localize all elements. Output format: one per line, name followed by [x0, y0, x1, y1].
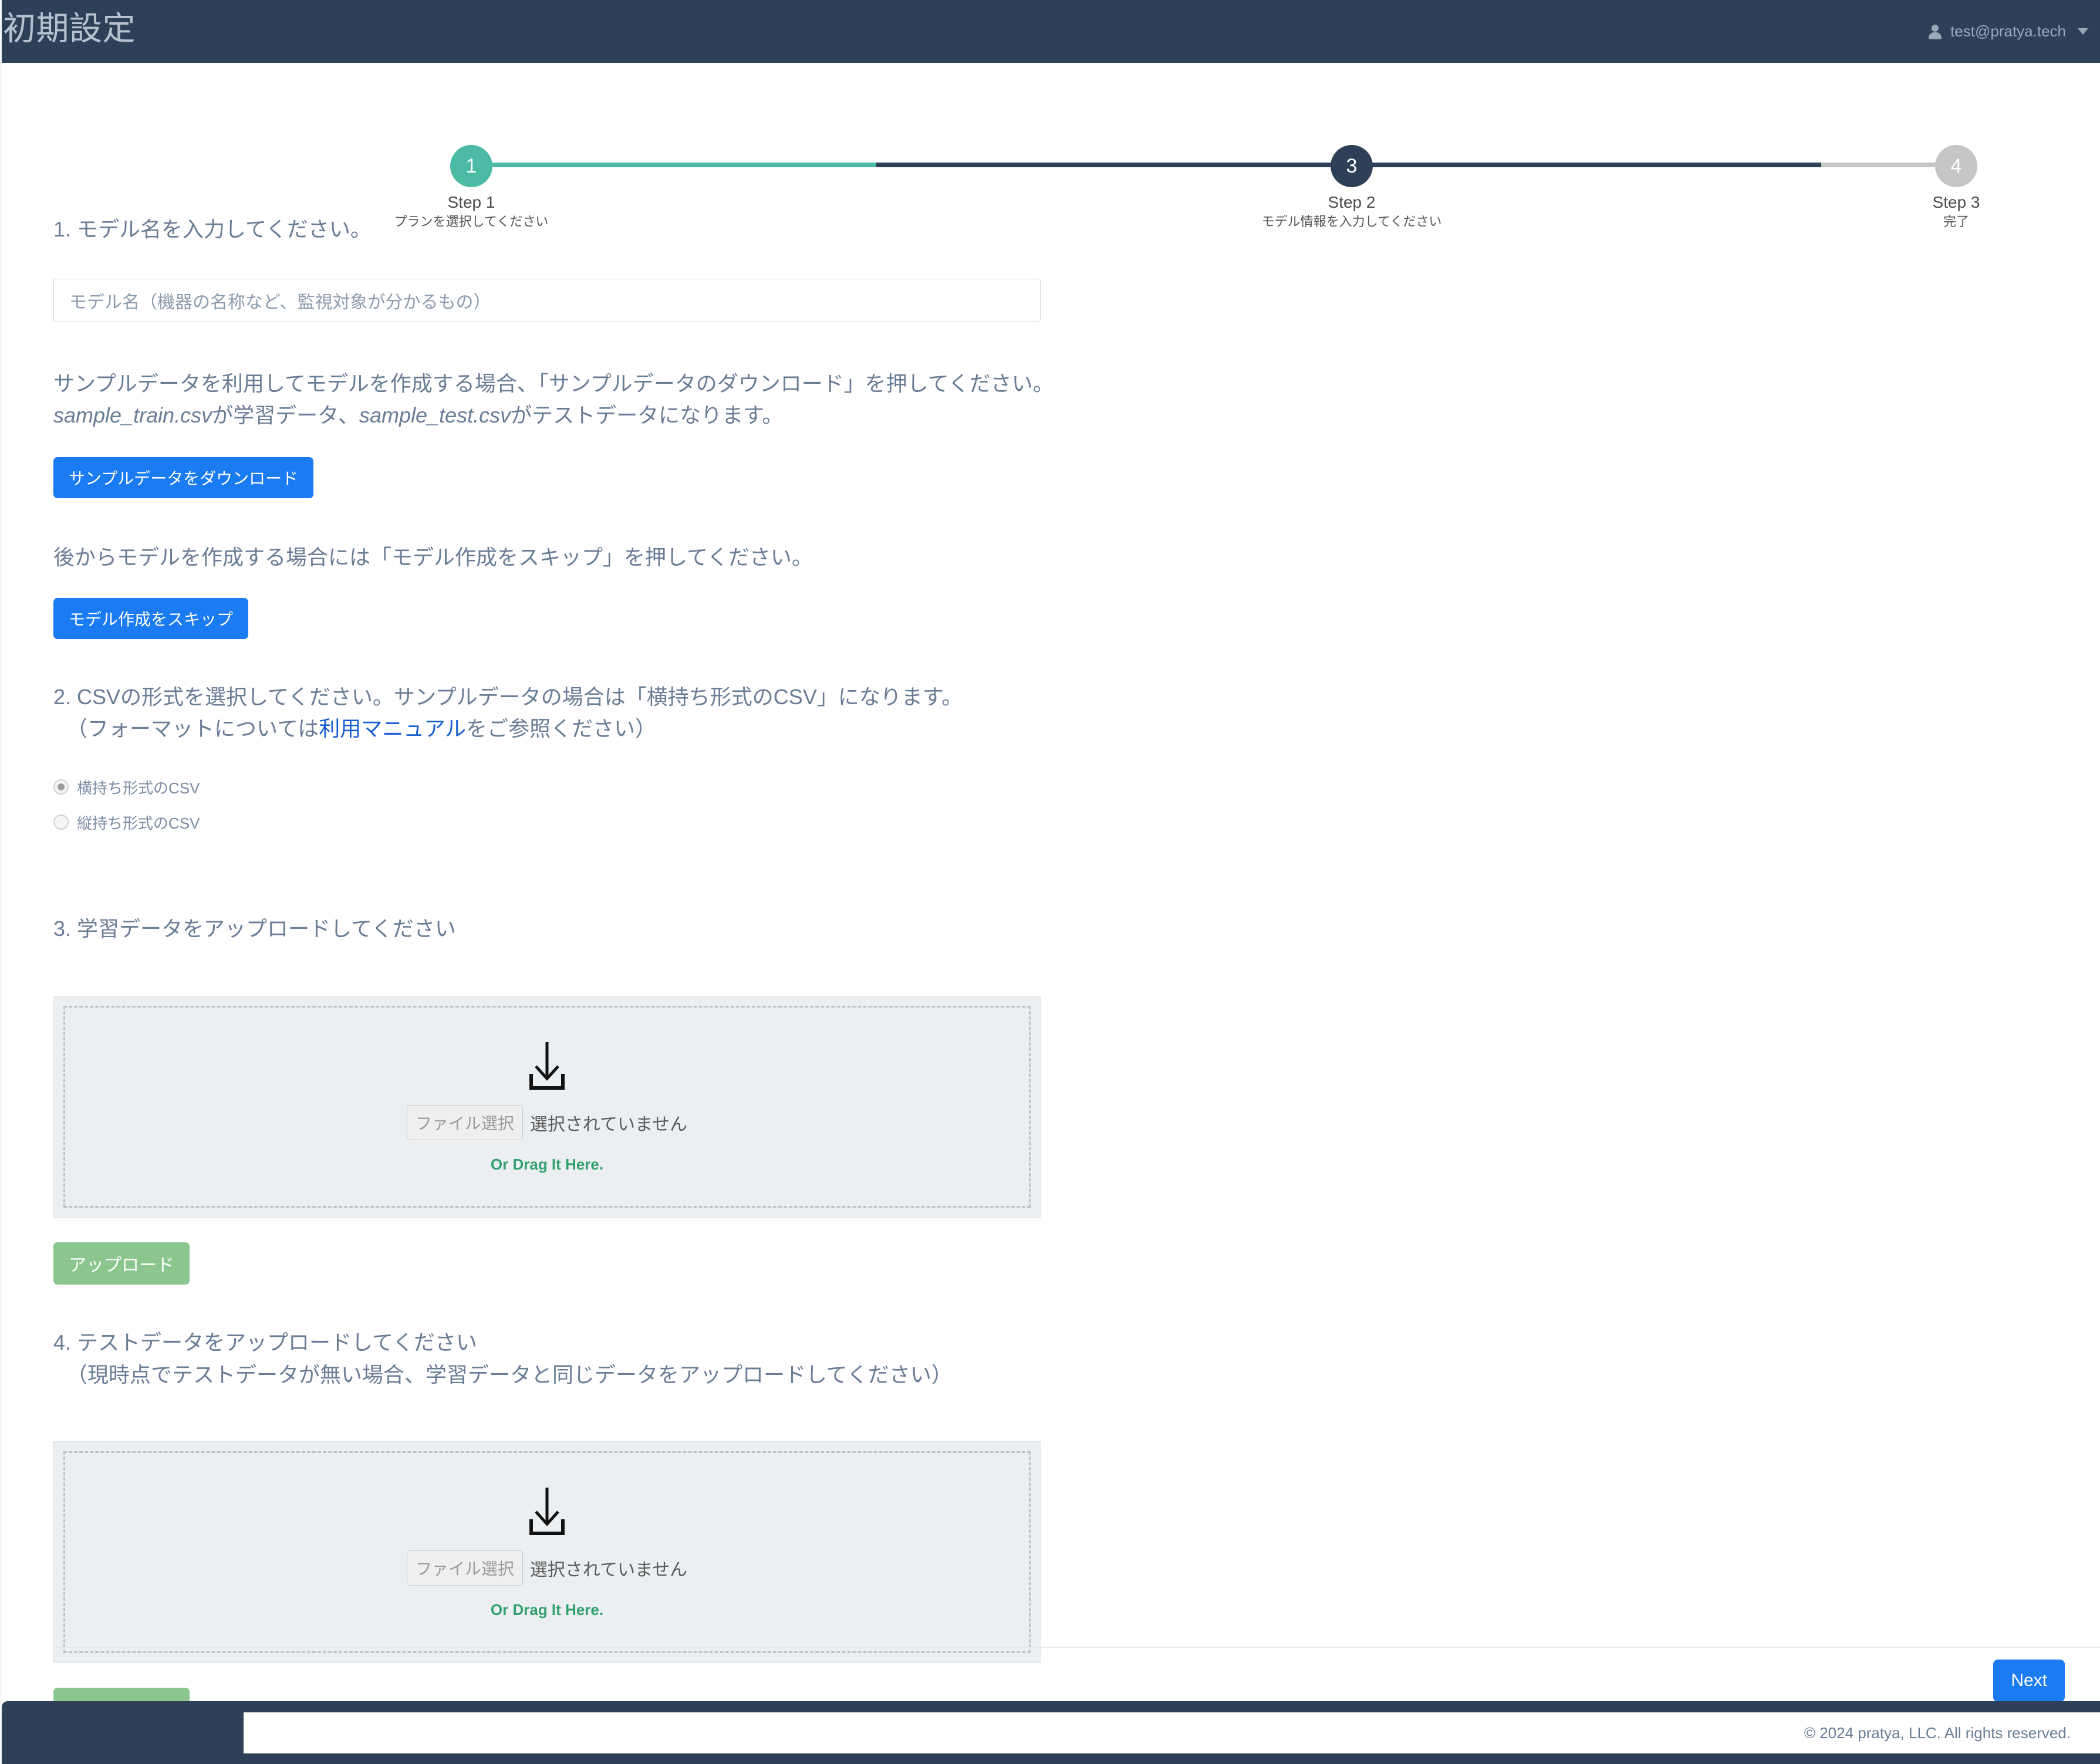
q2-line2-suffix: をご参照ください） [466, 717, 657, 741]
sample-desc-line-1: サンプルデータを利用してモデルを作成する場合、「サンプルデータのダウンロード」を… [53, 371, 1054, 396]
chevron-down-icon [2078, 28, 2088, 35]
model-name-input[interactable]: モデル名（機器の名称など、監視対象が分かるもの） [53, 278, 1041, 322]
sample-desc-end: がテストデータになります。 [511, 403, 784, 427]
download-arrow-icon [524, 1040, 570, 1094]
test-data-dropzone[interactable]: ファイル選択 選択されていません Or Drag It Here. [53, 1441, 1041, 1664]
step-node-1[interactable]: 1 [450, 145, 492, 187]
question-4-line-1: 4. テストデータをアップロードしてください [53, 1330, 477, 1354]
next-button-wrapper: Next [1993, 1660, 2065, 1702]
radio-label-long-csv: 縦持ち形式のCSV [77, 814, 200, 832]
question-3-heading: 3. 学習データをアップロードしてください [53, 917, 456, 941]
user-icon [1928, 24, 1942, 39]
radio-option-long-csv[interactable]: 縦持ち形式のCSV [53, 807, 2065, 837]
user-menu[interactable]: test@pratya.tech [1928, 22, 2088, 40]
main-content: 1. モデル名を入力してください。 モデル名（機器の名称など、監視対象が分かるも… [2, 183, 2100, 1764]
question-4-heading: 4. テストデータをアップロードしてください （現時点でテストデータが無い場合、… [53, 1327, 2065, 1391]
question-2-line-1: 2. CSVの形式を選択してください。サンプルデータの場合は「横持ち形式のCSV… [53, 684, 963, 709]
stepper: 1 3 4 Step 1 プランを選択してください Step 2 モデル情報を入… [2, 63, 2100, 229]
next-button[interactable]: Next [1993, 1660, 2065, 1702]
test-drag-hint: Or Drag It Here. [490, 1601, 604, 1619]
training-upload-button[interactable]: アップロード [53, 1242, 190, 1285]
manual-link[interactable]: 利用マニュアル [319, 717, 466, 741]
training-data-dropzone[interactable]: ファイル選択 選択されていません Or Drag It Here. [53, 995, 1041, 1218]
step-track-1 [876, 163, 1358, 167]
test-dropzone-inner[interactable]: ファイル選択 選択されていません Or Drag It Here. [63, 1451, 1031, 1654]
skip-description: 後からモデルを作成する場合には「モデル作成をスキップ」を押してください。 [53, 545, 813, 569]
test-file-input-row[interactable]: ファイル選択 選択されていません [406, 1550, 688, 1586]
radio-label-wide-csv: 横持ち形式のCSV [77, 779, 200, 797]
step-node-3[interactable]: 4 [1935, 145, 1977, 187]
sample-desc-mid: が学習データ、 [212, 403, 360, 427]
question-2-line-2: （フォーマットについては利用マニュアルをご参照ください） [53, 713, 2065, 745]
radio-icon-selected[interactable] [53, 779, 69, 795]
question-4-line-2: （現時点でテストデータが無い場合、学習データと同じデータをアップロードしてくださ… [66, 1362, 953, 1387]
training-file-status: 選択されていません [529, 1114, 688, 1134]
question-1-heading: 1. モデル名を入力してください。 [53, 217, 372, 241]
download-sample-data-button[interactable]: サンプルデータをダウンロード [53, 457, 314, 498]
page-root: 初期設定 test@pratya.tech 1 3 4 Step 1 プランを選… [0, 0, 2100, 1764]
step-track-2 [1352, 163, 1821, 167]
question-2-heading: 2. CSVの形式を選択してください。サンプルデータの場合は「横持ち形式のCSV… [53, 681, 2065, 745]
sample-test-filename: sample_test.csv [359, 403, 511, 427]
training-file-select-button[interactable]: ファイル選択 [406, 1104, 523, 1140]
test-file-select-button[interactable]: ファイル選択 [406, 1550, 523, 1586]
radio-icon-unselected[interactable] [53, 815, 69, 830]
sample-train-filename: sample_train.csv [53, 403, 212, 427]
radio-option-wide-csv[interactable]: 横持ち形式のCSV [53, 772, 2065, 802]
model-name-placeholder: モデル名（機器の名称など、監視対象が分かるもの） [69, 292, 491, 312]
step-node-2[interactable]: 3 [1331, 145, 1373, 187]
footer-copyright-bar: © 2024 pratya, LLC. All rights reserved. [244, 1712, 2100, 1753]
skip-model-creation-button[interactable]: モデル作成をスキップ [53, 597, 249, 639]
top-bar: 初期設定 test@pratya.tech [2, 0, 2100, 63]
sample-data-description: サンプルデータを利用してモデルを作成する場合、「サンプルデータのダウンロード」を… [53, 368, 2065, 431]
sample-desc-line-2: sample_train.csvが学習データ、sample_test.csvがテ… [53, 400, 2065, 431]
download-arrow-icon [524, 1485, 570, 1540]
q2-line2-prefix: （フォーマットについては [66, 717, 319, 741]
test-file-status: 選択されていません [529, 1560, 688, 1580]
training-dropzone-inner[interactable]: ファイル選択 選択されていません Or Drag It Here. [63, 1005, 1031, 1208]
copyright-text: © 2024 pratya, LLC. All rights reserved. [1804, 1724, 2071, 1742]
training-drag-hint: Or Drag It Here. [490, 1155, 604, 1173]
footer-divider [56, 1647, 2100, 1648]
training-file-input-row[interactable]: ファイル選択 選択されていません [406, 1104, 688, 1140]
page-title: 初期設定 [3, 9, 136, 47]
user-email: test@pratya.tech [1950, 22, 2066, 40]
